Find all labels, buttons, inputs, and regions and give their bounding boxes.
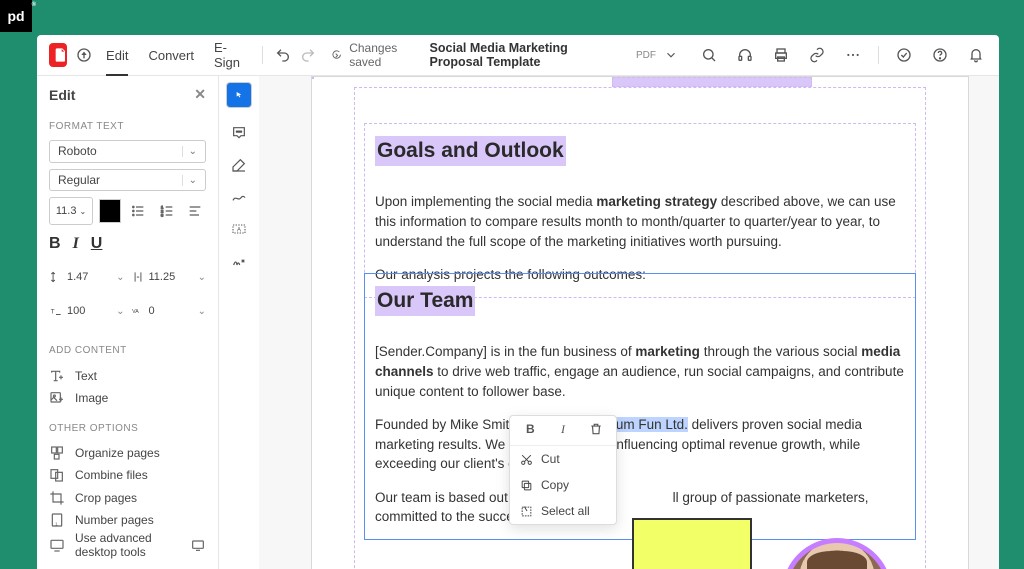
numbered-list-icon[interactable]: 123 <box>156 199 178 223</box>
home-icon[interactable] <box>75 44 92 66</box>
context-menu: B I Cut Copy Select all <box>509 415 617 525</box>
underline-button[interactable]: U <box>91 235 103 253</box>
doc-badge: PDF <box>636 50 656 61</box>
ctx-bold-button[interactable]: B <box>520 422 540 439</box>
close-icon[interactable]: ✕ <box>194 86 206 103</box>
tracking-input[interactable]: VA0⌄ <box>131 297 207 325</box>
organize-pages-button[interactable]: Organize pages <box>49 442 206 464</box>
textbox-tool[interactable]: A <box>226 216 252 242</box>
add-content-label: ADD CONTENT <box>49 345 206 356</box>
horiz-scale-input[interactable]: T100⌄ <box>49 297 125 325</box>
svg-text:1: 1 <box>55 521 58 526</box>
italic-button[interactable]: I <box>73 235 79 253</box>
goals-heading: Goals and Outlook <box>375 136 566 166</box>
print-icon[interactable] <box>770 44 792 66</box>
line-height-input[interactable]: 1.47⌄ <box>49 263 125 291</box>
ctx-cut[interactable]: Cut <box>510 446 616 472</box>
combine-files-button[interactable]: Combine files <box>49 464 206 486</box>
bold-button[interactable]: B <box>49 235 61 253</box>
add-text-button[interactable]: Text <box>49 364 206 386</box>
svg-text:VA: VA <box>132 309 139 315</box>
svg-text:T: T <box>51 309 55 316</box>
svg-text:A: A <box>237 228 241 234</box>
format-text-label: FORMAT TEXT <box>49 121 206 132</box>
svg-text:3: 3 <box>161 213 164 218</box>
panel-title: Edit <box>49 87 75 103</box>
align-icon[interactable] <box>184 199 206 223</box>
team-paragraph-2: Founded by Mike Smith, in 1985, Maximum … <box>375 415 905 474</box>
vertical-toolbar: A <box>219 76 259 569</box>
crop-pages-button[interactable]: Crop pages <box>49 486 206 508</box>
highlight-tool[interactable] <box>226 152 252 178</box>
draw-tool[interactable] <box>226 184 252 210</box>
edit-panel: Edit ✕ FORMAT TEXT Roboto⌄ Regular⌄ 11.3… <box>37 76 219 569</box>
number-pages-button[interactable]: 1Number pages <box>49 509 206 531</box>
ctx-copy[interactable]: Copy <box>510 472 616 498</box>
save-status-label: Changes saved <box>349 41 411 69</box>
link-icon[interactable] <box>806 44 828 66</box>
comment-tool[interactable] <box>226 120 252 146</box>
more-icon[interactable] <box>842 44 864 66</box>
search-icon[interactable] <box>698 44 720 66</box>
save-status: Changes saved <box>332 41 412 69</box>
menu-convert[interactable]: Convert <box>148 48 194 63</box>
main: Edit ✕ FORMAT TEXT Roboto⌄ Regular⌄ 11.3… <box>37 76 999 569</box>
font-family-select[interactable]: Roboto⌄ <box>49 140 206 163</box>
ctx-select-all[interactable]: Select all <box>510 498 616 524</box>
redo-icon[interactable] <box>299 44 316 66</box>
char-spacing-input[interactable]: 11.25⌄ <box>131 263 207 291</box>
ctx-italic-button[interactable]: I <box>553 422 573 439</box>
document-canvas[interactable]: Goals and Outlook Upon implementing the … <box>259 76 999 569</box>
team-heading: Our Team <box>375 286 475 316</box>
headphones-icon[interactable] <box>734 44 756 66</box>
pd-logo: pd <box>0 0 32 32</box>
select-tool[interactable] <box>226 82 252 108</box>
adobe-acrobat-icon[interactable] <box>49 43 67 67</box>
chevron-down-icon[interactable] <box>664 44 678 66</box>
bell-icon[interactable] <box>965 44 987 66</box>
menu-esign[interactable]: E-Sign <box>214 40 244 70</box>
goals-paragraph-1: Upon implementing the social media marke… <box>375 192 905 251</box>
check-icon[interactable] <box>893 44 915 66</box>
add-image-button[interactable]: Image <box>49 387 206 409</box>
topbar: Edit Convert E-Sign Changes saved Social… <box>37 35 999 76</box>
team-block[interactable]: Our Team [Sender.Company] is in the fun … <box>364 273 916 540</box>
app-window: Edit Convert E-Sign Changes saved Social… <box>37 35 999 569</box>
undo-icon[interactable] <box>274 44 291 66</box>
font-weight-select[interactable]: Regular⌄ <box>49 169 206 192</box>
ctx-delete-icon[interactable] <box>586 422 606 439</box>
font-color-swatch[interactable] <box>99 199 121 223</box>
advanced-tools-button[interactable]: Use advanced desktop tools <box>49 531 206 559</box>
other-options-label: OTHER OPTIONS <box>49 423 206 434</box>
page: Goals and Outlook Upon implementing the … <box>311 76 969 569</box>
bullet-list-icon[interactable] <box>127 199 149 223</box>
menu-edit[interactable]: Edit <box>106 48 128 63</box>
goals-block[interactable]: Goals and Outlook Upon implementing the … <box>364 123 916 298</box>
highlight-strip <box>612 77 812 87</box>
team-paragraph-1: [Sender.Company] is in the fun business … <box>375 342 905 401</box>
font-size-input[interactable]: 11.3⌄ <box>49 197 93 225</box>
sign-tool[interactable] <box>226 248 252 274</box>
doc-title[interactable]: Social Media Marketing Proposal Template <box>430 41 622 69</box>
help-icon[interactable] <box>929 44 951 66</box>
